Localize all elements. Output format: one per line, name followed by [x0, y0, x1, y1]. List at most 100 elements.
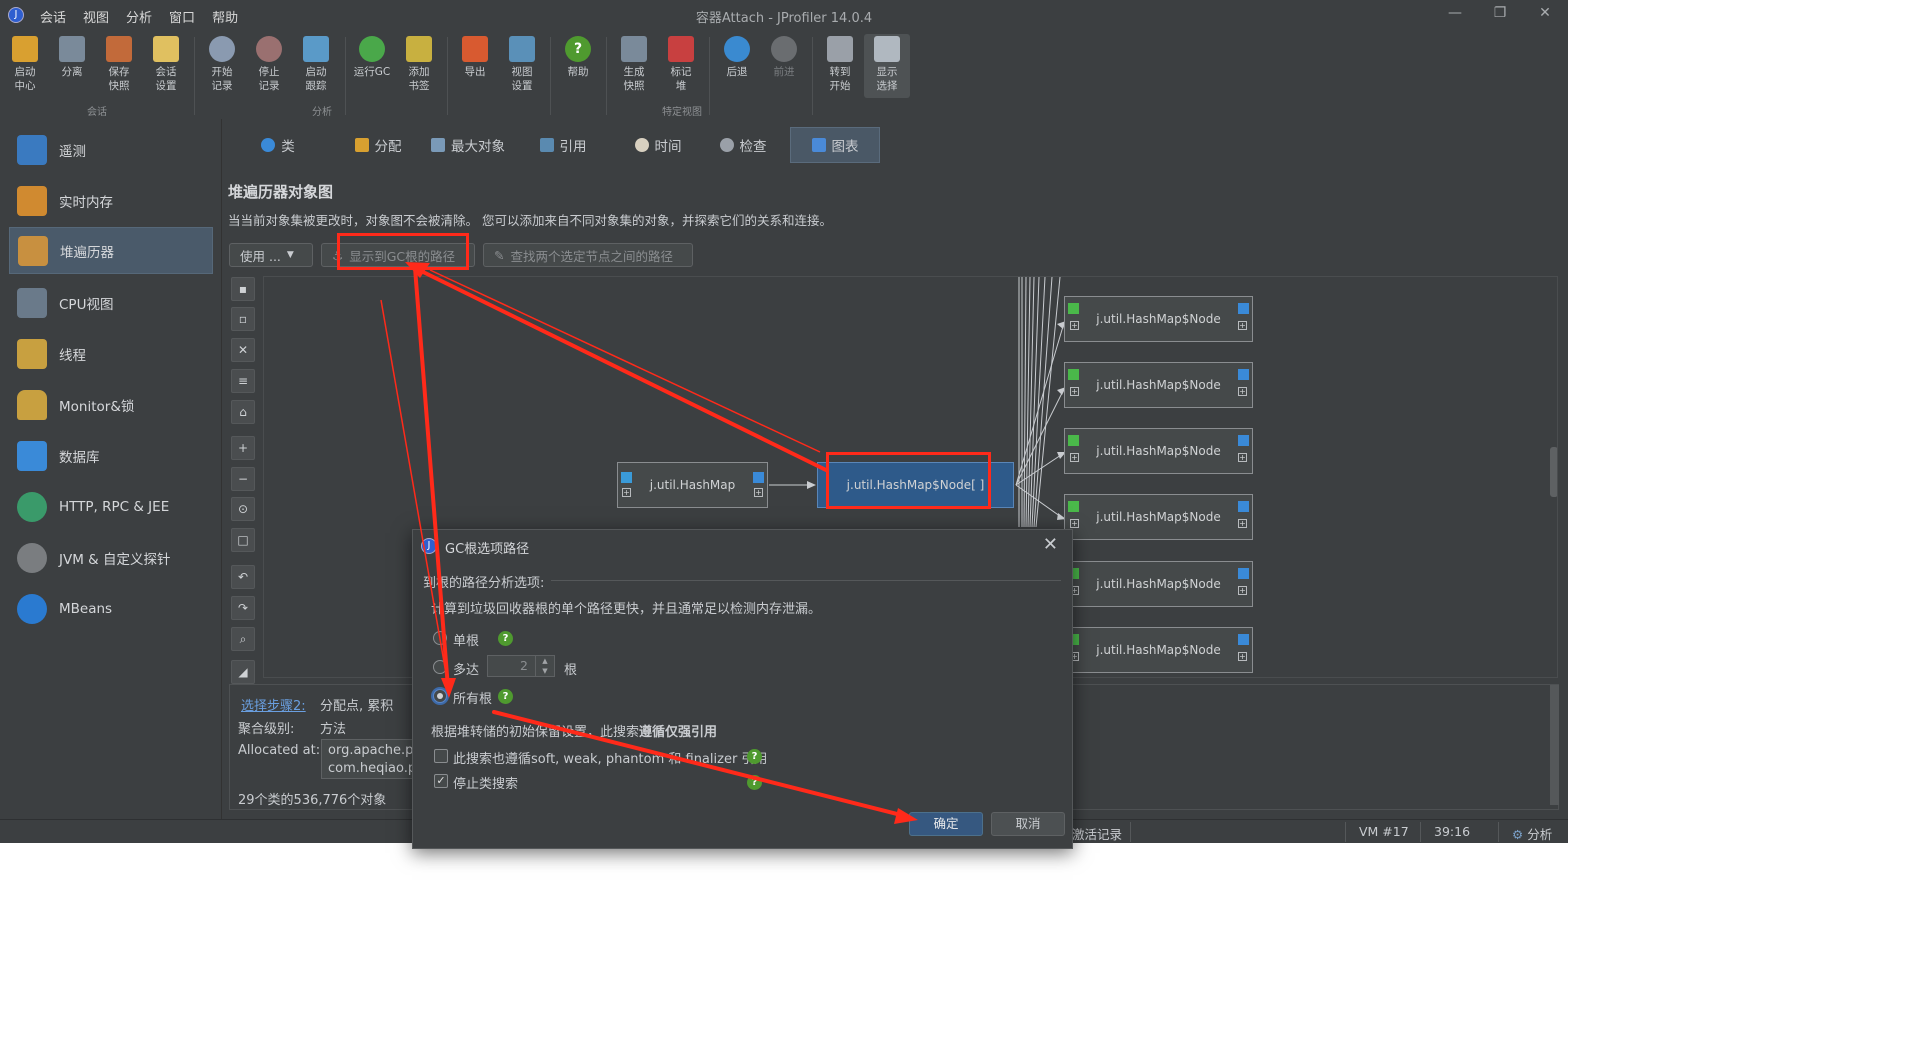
- tab-allocations[interactable]: 分配: [328, 127, 428, 163]
- select-area-icon[interactable]: ▫: [231, 307, 255, 331]
- tab-time[interactable]: 时间: [608, 127, 708, 163]
- expand-icon[interactable]: +: [1238, 387, 1247, 396]
- sidebar-item-threads[interactable]: 线程: [9, 330, 213, 377]
- graph-node-hashmap-node[interactable]: + j.util.HashMap$Node +: [1064, 428, 1253, 474]
- export-graph-icon[interactable]: ◢: [231, 660, 255, 684]
- graph-node-hashmap-node[interactable]: + j.util.HashMap$Node +: [1064, 561, 1253, 607]
- restore-icon[interactable]: ❐: [1485, 5, 1515, 25]
- expand-icon[interactable]: +: [1238, 586, 1247, 595]
- single-root-radio[interactable]: [433, 631, 447, 645]
- graph-node-hashmap-node[interactable]: + j.util.HashMap$Node +: [1064, 362, 1253, 408]
- save-snapshot-button[interactable]: 保存 快照: [96, 34, 142, 98]
- snapshot-button[interactable]: 生成 快照: [611, 34, 657, 98]
- graph-node-hashmap-node[interactable]: + j.util.HashMap$Node +: [1064, 627, 1253, 673]
- layout-icon[interactable]: ≡: [231, 369, 255, 393]
- graph-node-hashmap[interactable]: + j.util.HashMap +: [617, 462, 768, 508]
- select-tool-icon[interactable]: ▪: [231, 277, 255, 301]
- redo-icon[interactable]: ↷: [231, 596, 255, 620]
- soft-weak-refs-checkbox[interactable]: [434, 749, 448, 763]
- help-icon[interactable]: ?: [747, 749, 762, 764]
- sidebar-item-databases[interactable]: 数据库: [9, 432, 213, 479]
- expand-icon[interactable]: +: [1070, 387, 1079, 396]
- sidebar-item-monitors-locks[interactable]: Monitor&锁: [9, 381, 213, 428]
- panel-scrollbar[interactable]: [1550, 685, 1559, 805]
- toolbar-group-view-specific: 特定视图: [662, 107, 702, 118]
- mark-heap-button[interactable]: 标记 堆: [658, 34, 704, 98]
- remove-node-icon[interactable]: ✕: [231, 338, 255, 362]
- tab-references[interactable]: 引用: [518, 127, 608, 163]
- view-settings-button[interactable]: 视图 设置: [499, 34, 545, 98]
- expand-icon[interactable]: +: [754, 488, 763, 497]
- expand-icon[interactable]: +: [1238, 652, 1247, 661]
- forward-button[interactable]: 前进: [761, 34, 807, 98]
- selection-step-link[interactable]: 选择步骤2:: [241, 699, 306, 714]
- main-toolbar: 启动 中心 分离 保存 快照 会话 设置 开始 记录 停止 记录 启动 跟踪 运…: [0, 31, 1568, 119]
- close-icon[interactable]: ✕: [1530, 5, 1560, 25]
- zoom-fit-icon[interactable]: ⊙: [231, 497, 255, 521]
- expand-icon[interactable]: +: [1238, 321, 1247, 330]
- spinner-arrows-icon[interactable]: ▲ ▼: [535, 656, 554, 676]
- sidebar-item-http-rpc-jee[interactable]: HTTP, RPC & JEE: [9, 483, 213, 530]
- run-gc-icon: [359, 36, 385, 62]
- expand-icon[interactable]: +: [622, 488, 631, 497]
- ok-button[interactable]: 确定: [909, 812, 983, 836]
- stop-class-search-checkbox[interactable]: ✓: [434, 774, 448, 788]
- sidebar-item-cpu-views[interactable]: CPU视图: [9, 279, 213, 326]
- start-center-button[interactable]: 启动 中心: [2, 34, 48, 98]
- sidebar-item-heap-walker[interactable]: 堆遍历器: [9, 227, 213, 274]
- sidebar-item-telemetry[interactable]: 遥测: [9, 126, 213, 173]
- detach-button[interactable]: 分离: [49, 34, 95, 98]
- session-settings-button[interactable]: 会话 设置: [143, 34, 189, 98]
- tab-classes[interactable]: 类: [238, 127, 318, 163]
- sidebar-item-live-memory[interactable]: 实时内存: [9, 177, 213, 224]
- search-icon[interactable]: ⌕: [231, 627, 255, 651]
- find-path-between-nodes-button[interactable]: ✎ 查找两个选定节点之间的路径: [483, 243, 693, 267]
- expand-icon[interactable]: +: [1070, 519, 1079, 528]
- dialog-close-icon[interactable]: ✕: [1043, 534, 1058, 555]
- toolbar-separator: [709, 37, 710, 115]
- go-home-button[interactable]: 转到 开始: [817, 34, 863, 98]
- back-button[interactable]: 后退: [714, 34, 760, 98]
- sidebar-item-jvm-probes[interactable]: JVM & 自定义探针: [9, 534, 213, 581]
- zoom-in-icon[interactable]: +: [231, 436, 255, 460]
- start-tracking-button[interactable]: 启动 跟踪: [293, 34, 339, 98]
- toolbar-separator: [194, 37, 195, 115]
- snapshot-icon: [621, 36, 647, 62]
- help-icon[interactable]: ?: [498, 631, 513, 646]
- title-bar: J 会话 视图 分析 窗口 帮助 容器Attach - JProfiler 14…: [0, 0, 1568, 31]
- save-snapshot-icon: [106, 36, 132, 62]
- export-button[interactable]: 导出: [452, 34, 498, 98]
- expand-icon[interactable]: +: [1070, 321, 1079, 330]
- help-button[interactable]: ? 帮助: [555, 34, 601, 98]
- tab-inspections[interactable]: 检查: [698, 127, 788, 163]
- zoom-reset-icon[interactable]: □: [231, 528, 255, 552]
- help-icon[interactable]: ?: [747, 775, 762, 790]
- view-description: 当当前对象集被更改时，对象图不会被清除。 您可以添加来自不同对象集的对象，并探索…: [228, 213, 832, 228]
- elapsed-time: 39:16: [1434, 824, 1471, 839]
- cancel-button[interactable]: 取消: [991, 812, 1065, 836]
- tab-biggest-objects[interactable]: 最大对象: [418, 127, 518, 163]
- delete-all-icon[interactable]: ⌂: [231, 400, 255, 424]
- tab-graph[interactable]: 图表: [790, 127, 880, 163]
- graph-scrollbar[interactable]: [1550, 447, 1557, 497]
- help-icon[interactable]: ?: [498, 689, 513, 704]
- minimize-icon[interactable]: —: [1440, 5, 1470, 25]
- start-recording-button[interactable]: 开始 记录: [199, 34, 245, 98]
- stop-recording-button[interactable]: 停止 记录: [246, 34, 292, 98]
- run-gc-button[interactable]: 运行GC: [349, 34, 395, 98]
- undo-icon[interactable]: ↶: [231, 565, 255, 589]
- expand-icon[interactable]: +: [1238, 453, 1247, 462]
- zoom-out-icon[interactable]: −: [231, 467, 255, 491]
- graph-node-hashmap-node[interactable]: + j.util.HashMap$Node +: [1064, 296, 1253, 342]
- graph-icon: [811, 138, 826, 152]
- sidebar-item-mbeans[interactable]: MBeans: [9, 585, 213, 632]
- stop-class-search-label: 停止类搜索: [453, 777, 519, 792]
- add-bookmark-button[interactable]: 添加 书签: [396, 34, 442, 98]
- expand-icon[interactable]: +: [1238, 519, 1247, 528]
- show-selection-button[interactable]: 显示 选择: [864, 34, 910, 98]
- use-dropdown-button[interactable]: 使用 ... ▼: [229, 243, 313, 267]
- expand-icon[interactable]: +: [1070, 453, 1079, 462]
- graph-node-hashmap-node[interactable]: + j.util.HashMap$Node +: [1064, 494, 1253, 540]
- all-roots-radio[interactable]: [433, 689, 447, 703]
- up-to-radio[interactable]: [433, 660, 447, 674]
